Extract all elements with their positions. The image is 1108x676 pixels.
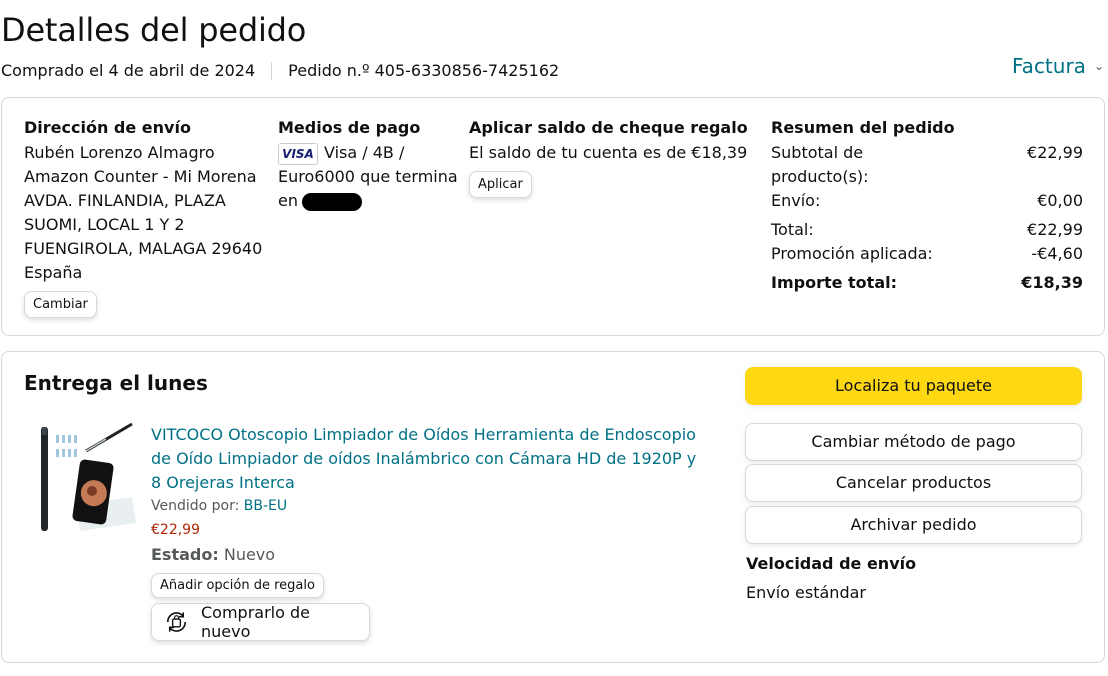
invoice-link[interactable]: Factura ⌄ (1012, 54, 1104, 78)
shipping-speed-heading: Velocidad de envío (746, 554, 917, 573)
summary-label: Subtotal de (771, 143, 864, 162)
address-line: SUOMI, LOCAL 1 Y 2 (24, 215, 185, 234)
change-address-button[interactable]: Cambiar (24, 291, 97, 318)
summary-label: Total: (771, 220, 814, 239)
visa-card-icon: VISA (278, 142, 318, 165)
summary-row-grand-total: Importe total: €18,39 (771, 271, 1083, 295)
order-info-box: Dirección de envío Rubén Lorenzo Almagro… (1, 97, 1105, 336)
condition-value: Nuevo (223, 545, 276, 564)
change-payment-button[interactable]: Cambiar método de pago (745, 423, 1082, 461)
address-line: España (24, 263, 83, 282)
summary-row-total: Total: €22,99 (771, 218, 1083, 242)
gift-card-section: Aplicar saldo de cheque regalo El saldo … (469, 118, 749, 198)
payment-line: Visa / 4B / (324, 143, 405, 162)
product-image[interactable] (36, 421, 140, 533)
summary-label: Importe total: (771, 273, 897, 292)
summary-label: Envío: (771, 191, 821, 210)
delivery-heading: Entrega el lunes (24, 371, 208, 395)
product-title-link[interactable]: VITCOCO Otoscopio Limpiador de Oídos Her… (151, 423, 711, 495)
condition-label: Estado: (151, 545, 219, 564)
invoice-label: Factura (1012, 54, 1086, 78)
payment-section: Medios de pago VISA Visa / 4B / Euro6000 … (278, 118, 458, 213)
product-condition: Estado: Nuevo (151, 545, 275, 564)
summary-row-promotion: Promoción aplicada: -€4,60 (771, 242, 1083, 266)
shipping-address-section: Dirección de envío Rubén Lorenzo Almagro… (24, 118, 264, 318)
add-gift-option-button[interactable]: Añadir opción de regalo (151, 573, 324, 598)
summary-value: -€4,60 (1031, 244, 1083, 263)
shipping-speed-value: Envío estándar (746, 583, 866, 602)
divider (271, 61, 273, 80)
payment-line: en (278, 191, 298, 210)
page-title: Detalles del pedido (1, 11, 307, 49)
shipping-heading: Dirección de envío (24, 118, 191, 137)
gift-card-heading: Aplicar saldo de cheque regalo (469, 118, 748, 137)
summary-row-shipping: Envío: €0,00 (771, 189, 1083, 213)
order-meta: Comprado el 4 de abril de 2024 Pedido n.… (1, 61, 559, 80)
address-line: Amazon Counter - Mi Morena (24, 167, 257, 186)
chevron-down-icon: ⌄ (1093, 59, 1104, 73)
address-line: AVDA. FINLANDIA, PLAZA (24, 191, 226, 210)
purchase-date: Comprado el 4 de abril de 2024 (1, 61, 256, 80)
buy-again-button[interactable]: Comprarlo de nuevo (151, 603, 370, 641)
sold-by: Vendido por: BB-EU (151, 498, 287, 514)
order-number: Pedido n.º 405-6330856-7425162 (288, 61, 560, 80)
payment-heading: Medios de pago (278, 118, 421, 137)
address-line: Rubén Lorenzo Almagro (24, 143, 215, 162)
summary-value: €22,99 (1027, 143, 1083, 162)
gift-card-balance: El saldo de tu cuenta es de €18,39 (469, 143, 748, 162)
cancel-items-button[interactable]: Cancelar productos (745, 464, 1082, 502)
product-price: €22,99 (151, 522, 200, 538)
summary-row-subtotal: Subtotal de producto(s): €22,99 (771, 141, 1083, 189)
track-package-button[interactable]: Localiza tu paquete (745, 367, 1082, 405)
buy-again-label: Comprarlo de nuevo (201, 603, 310, 641)
order-summary-section: Resumen del pedido Subtotal de producto(s… (771, 118, 1083, 295)
address-line: FUENGIROLA, MALAGA 29640 (24, 239, 263, 258)
seller-link[interactable]: BB-EU (244, 498, 287, 514)
sold-by-label: Vendido por: (151, 498, 240, 514)
summary-label: producto(s): (771, 167, 869, 186)
apply-gift-button[interactable]: Aplicar (469, 171, 532, 198)
payment-line: Euro6000 que termina (278, 167, 458, 186)
payment-method: VISA Visa / 4B / Euro6000 que termina en (278, 141, 458, 213)
shipping-address: Rubén Lorenzo Almagro Amazon Counter - M… (24, 141, 264, 285)
summary-value: €22,99 (1027, 220, 1083, 239)
summary-heading: Resumen del pedido (771, 118, 955, 137)
summary-label: Promoción aplicada: (771, 244, 933, 263)
archive-order-button[interactable]: Archivar pedido (745, 506, 1082, 544)
redacted-card-digits (301, 192, 362, 211)
buy-again-icon (167, 612, 186, 632)
summary-value: €0,00 (1037, 191, 1083, 210)
summary-value: €18,39 (1021, 273, 1083, 292)
